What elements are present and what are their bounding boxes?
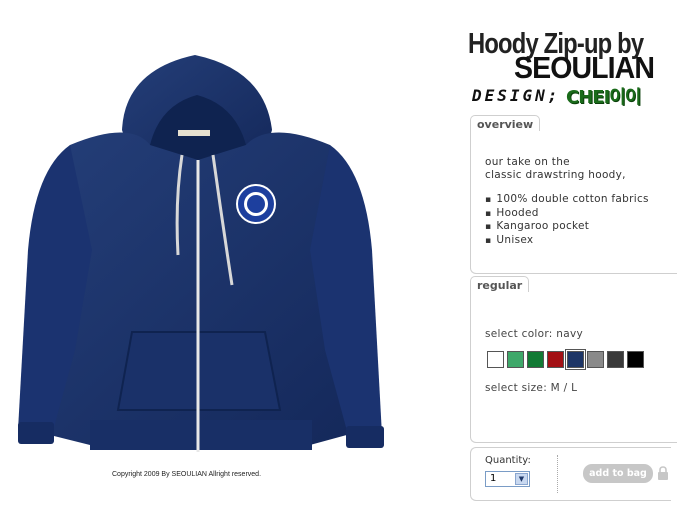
color-swatch-black[interactable]	[627, 351, 644, 368]
quantity-value: 1	[490, 473, 497, 484]
design-label: DESIGN;	[472, 86, 561, 105]
copyright-text: Copyright 2009 By SEOULIAN Allright rese…	[112, 471, 262, 478]
feature-list: 100% double cotton fabrics Hooded Kangar…	[485, 193, 649, 247]
quantity-select[interactable]: 1 ▼	[485, 471, 530, 487]
color-swatch-charcoal[interactable]	[607, 351, 624, 368]
list-item: Unisex	[485, 234, 649, 248]
color-swatch-red[interactable]	[547, 351, 564, 368]
divider	[557, 455, 558, 493]
hoodie-illustration	[18, 55, 384, 452]
intro-line: classic drawstring hoody,	[485, 168, 626, 181]
select-size-label: select size: M / L	[485, 382, 578, 394]
product-image	[10, 50, 400, 480]
list-item: Hooded	[485, 207, 649, 221]
chevron-down-icon[interactable]: ▼	[515, 473, 528, 485]
color-swatch-navy[interactable]	[565, 349, 586, 370]
list-item: Kangaroo pocket	[485, 220, 649, 234]
add-to-bag-button[interactable]: add to bag	[583, 464, 653, 483]
select-color-label: select color: navy	[485, 328, 583, 340]
overview-description: our take on the classic drawstring hoody…	[485, 156, 626, 181]
color-swatch-gray[interactable]	[587, 351, 604, 368]
brand-name: SEOULIAN	[514, 50, 655, 85]
color-swatches	[487, 349, 644, 370]
color-swatch-green[interactable]	[527, 351, 544, 368]
quantity-label: Quantity:	[485, 455, 531, 466]
list-item: 100% double cotton fabrics	[485, 193, 649, 207]
designer-name: CHEI이이	[566, 87, 641, 108]
color-swatch-white[interactable]	[487, 351, 504, 368]
color-swatch-light-green[interactable]	[507, 351, 524, 368]
intro-line: our take on the	[485, 156, 570, 168]
lock-icon	[658, 466, 668, 480]
